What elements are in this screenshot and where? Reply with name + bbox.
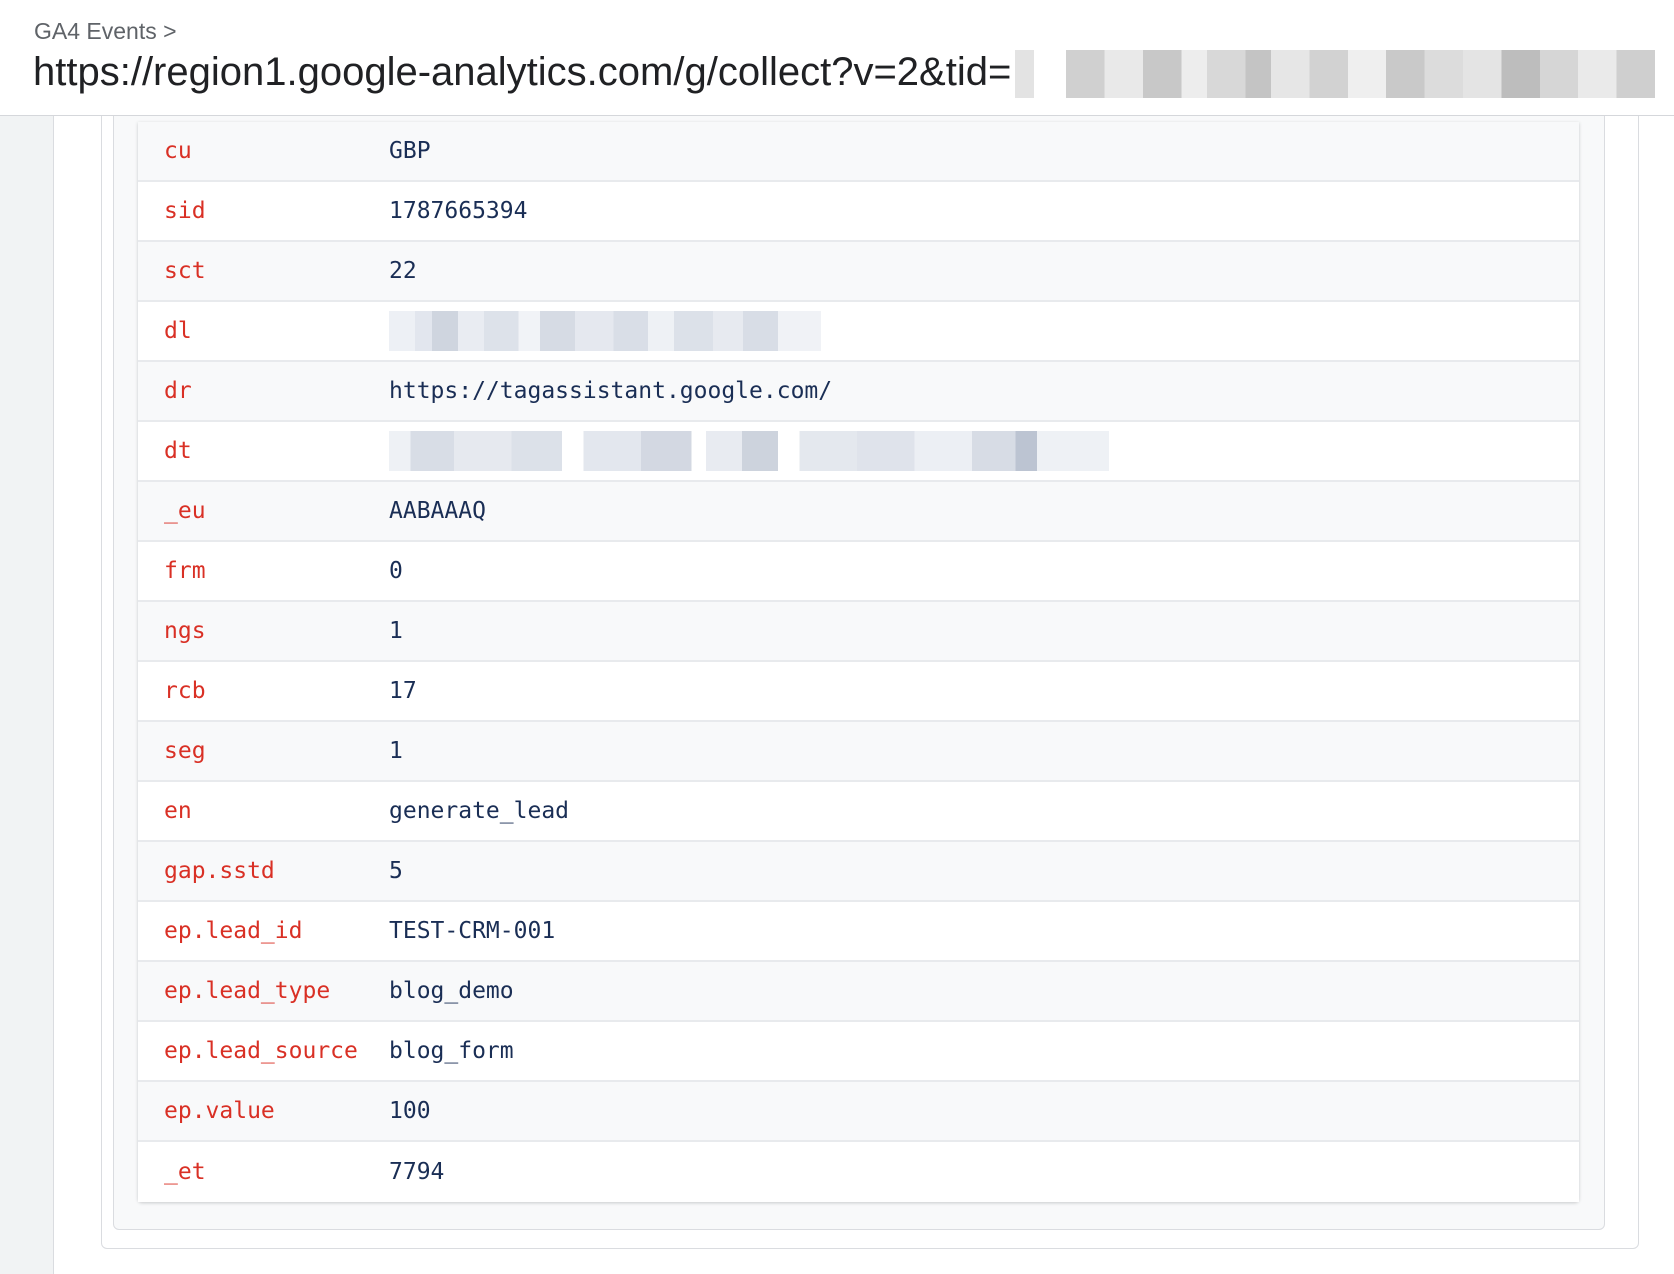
param-value: 22 <box>389 258 417 284</box>
param-key: rcb <box>164 678 206 704</box>
redacted-tracking-id <box>1015 50 1656 99</box>
table-row: ngs 1 <box>138 602 1579 662</box>
param-key: dt <box>164 438 192 464</box>
param-key: ep.lead_id <box>164 918 303 944</box>
param-key: seg <box>164 738 206 764</box>
param-key: cu <box>164 138 192 164</box>
param-key: ep.lead_source <box>164 1038 358 1064</box>
param-key: _eu <box>164 498 206 524</box>
param-value: 1 <box>389 738 403 764</box>
redacted-page-location <box>389 311 821 351</box>
table-row: _eu AABAAAQ <box>138 482 1579 542</box>
table-row: dt <box>138 422 1579 482</box>
table-row: gap.sstd 5 <box>138 842 1579 902</box>
table-row: _et 7794 <box>138 1142 1579 1202</box>
request-url: https://region1.google-analytics.com/g/c… <box>33 50 1656 99</box>
left-rail <box>0 116 54 1274</box>
param-key: ep.value <box>164 1098 275 1124</box>
param-value: 100 <box>389 1098 431 1124</box>
table-row: dr https://tagassistant.google.com/ <box>138 362 1579 422</box>
param-key: en <box>164 798 192 824</box>
param-value: blog_form <box>389 1038 514 1064</box>
table-row: rcb 17 <box>138 662 1579 722</box>
param-key: ep.lead_type <box>164 978 331 1004</box>
table-row: sct 22 <box>138 242 1579 302</box>
param-value: TEST-CRM-001 <box>389 918 556 944</box>
param-value: 7794 <box>389 1159 445 1185</box>
param-value: 1787665394 <box>389 198 528 224</box>
param-key: dr <box>164 378 192 404</box>
redacted-page-title <box>389 431 1109 471</box>
table-row: ep.lead_id TEST-CRM-001 <box>138 902 1579 962</box>
param-key: dl <box>164 318 192 344</box>
table-row: frm 0 <box>138 542 1579 602</box>
param-value: 0 <box>389 558 403 584</box>
param-key: sct <box>164 258 206 284</box>
request-url-text: https://region1.google-analytics.com/g/c… <box>33 50 1012 94</box>
param-value: generate_lead <box>389 798 570 824</box>
table-row: ep.lead_type blog_demo <box>138 962 1579 1022</box>
param-key: frm <box>164 558 206 584</box>
param-key: sid <box>164 198 206 224</box>
param-value-redacted <box>389 311 821 351</box>
table-row: ep.value 100 <box>138 1082 1579 1142</box>
param-key: _et <box>164 1159 206 1185</box>
breadcrumb[interactable]: GA4 Events > <box>34 18 177 45</box>
param-value: blog_demo <box>389 978 514 1004</box>
parameters-table: cu GBP sid 1787665394 sct 22 dl dr https… <box>138 122 1579 1202</box>
table-row: ep.lead_source blog_form <box>138 1022 1579 1082</box>
table-row: seg 1 <box>138 722 1579 782</box>
param-key: ngs <box>164 618 206 644</box>
request-header: GA4 Events > https://region1.google-anal… <box>0 0 1674 116</box>
param-key: gap.sstd <box>164 858 275 884</box>
param-value: https://tagassistant.google.com/ <box>389 378 833 404</box>
param-value: GBP <box>389 138 431 164</box>
param-value-redacted <box>389 431 1109 471</box>
table-row: sid 1787665394 <box>138 182 1579 242</box>
param-value: 1 <box>389 618 403 644</box>
table-row: en generate_lead <box>138 782 1579 842</box>
param-value: AABAAAQ <box>389 498 486 524</box>
table-row: dl <box>138 302 1579 362</box>
param-value: 17 <box>389 678 417 704</box>
table-row: cu GBP <box>138 122 1579 182</box>
param-value: 5 <box>389 858 403 884</box>
